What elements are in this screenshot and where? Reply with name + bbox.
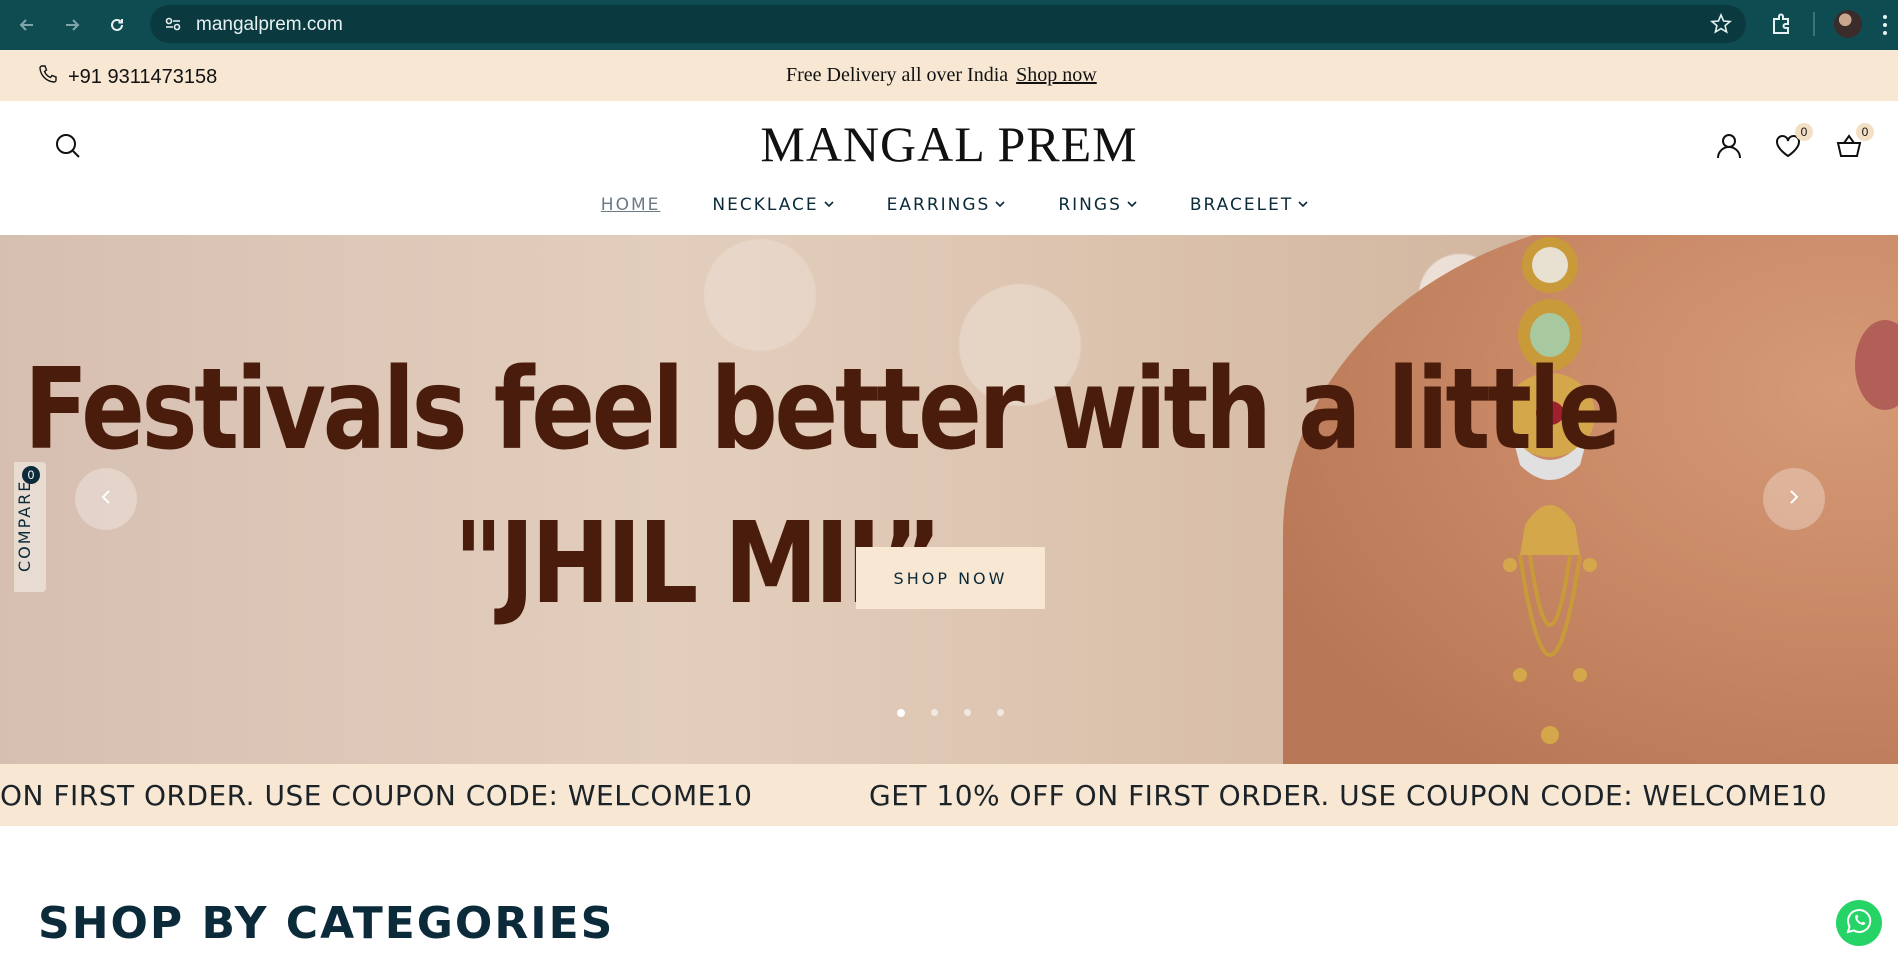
delivery-text: Free Delivery all over India xyxy=(786,64,1009,86)
marquee-text: GET 10% OFF ON FIRST ORDER. USE COUPON C… xyxy=(869,779,1828,812)
main-navigation: HOME NECKLACE EARRINGS RINGS BRACELET xyxy=(0,195,1898,215)
arrow-left-icon[interactable] xyxy=(12,10,42,40)
address-bar[interactable]: mangalprem.com xyxy=(150,5,1746,43)
profile-avatar[interactable] xyxy=(1834,10,1862,38)
site-info-icon[interactable] xyxy=(162,13,184,35)
whatsapp-icon xyxy=(1845,907,1873,940)
nav-label[interactable]: RINGS xyxy=(1058,195,1122,215)
url-text[interactable]: mangalprem.com xyxy=(196,14,343,36)
delivery-message: Free Delivery all over India Shop now xyxy=(786,64,1097,87)
site-logo[interactable]: MANGAL PREM xyxy=(0,115,1898,173)
chevron-down-icon xyxy=(1297,195,1309,215)
hero-shop-now-button[interactable]: SHOP NOW xyxy=(856,547,1045,609)
cart-basket-icon[interactable]: 0 xyxy=(1832,123,1874,163)
chevron-down-icon xyxy=(823,195,835,215)
reload-icon[interactable] xyxy=(102,10,132,40)
bookmark-star-icon[interactable] xyxy=(1710,12,1732,35)
compare-label[interactable]: COMPARE xyxy=(15,480,34,572)
more-menu-icon[interactable] xyxy=(1880,12,1890,38)
nav-item-rings[interactable]: RINGS xyxy=(1058,195,1138,215)
shop-now-link[interactable]: Shop now xyxy=(1016,64,1097,86)
whatsapp-chat-button[interactable] xyxy=(1836,900,1882,946)
nav-label[interactable]: HOME xyxy=(601,195,661,215)
extensions-icon[interactable] xyxy=(1766,10,1796,40)
chevron-down-icon xyxy=(1126,195,1138,215)
phone-icon xyxy=(38,64,58,90)
cart-count-badge: 0 xyxy=(1856,123,1874,141)
toolbar-divider xyxy=(1813,12,1815,36)
arrow-right-icon[interactable] xyxy=(57,10,87,40)
chevron-left-icon xyxy=(97,488,115,511)
chevron-right-icon xyxy=(1785,488,1803,511)
slider-dot-3[interactable] xyxy=(964,709,971,716)
nav-item-bracelet[interactable]: BRACELET xyxy=(1190,195,1309,215)
earring-image xyxy=(1503,237,1597,744)
nav-item-home[interactable]: HOME xyxy=(601,195,661,215)
site-header: MANGAL PREM 0 0 HOME NECKLACE EARRINGS R… xyxy=(0,101,1898,235)
section-title: SHOP BY CATEGORIES xyxy=(38,898,615,949)
slider-next-button[interactable] xyxy=(1763,468,1825,530)
coupon-marquee: ON FIRST ORDER. USE COUPON CODE: WELCOME… xyxy=(0,764,1898,826)
nav-label[interactable]: NECKLACE xyxy=(712,195,818,215)
phone-number[interactable]: +91 9311473158 xyxy=(68,66,217,89)
announcement-bar: +91 9311473158 Free Delivery all over In… xyxy=(0,50,1898,101)
slider-dot-2[interactable] xyxy=(931,709,938,716)
phone-contact[interactable]: +91 9311473158 xyxy=(38,64,217,90)
chevron-down-icon xyxy=(994,195,1006,215)
compare-tab[interactable]: 0 COMPARE xyxy=(14,462,46,592)
browser-toolbar: mangalprem.com xyxy=(0,0,1898,50)
slider-dot-4[interactable] xyxy=(997,709,1004,716)
wishlist-heart-icon[interactable]: 0 xyxy=(1771,123,1813,163)
marquee-text-partial: ON FIRST ORDER. USE COUPON CODE: WELCOME… xyxy=(0,779,753,812)
nav-item-necklace[interactable]: NECKLACE xyxy=(712,195,834,215)
nav-label[interactable]: BRACELET xyxy=(1190,195,1293,215)
slider-dot-1[interactable] xyxy=(897,709,905,717)
slider-prev-button[interactable] xyxy=(75,468,137,530)
hero-headline-line1: Festivals feel better with a little xyxy=(24,345,1621,475)
nav-item-earrings[interactable]: EARRINGS xyxy=(887,195,1007,215)
account-icon[interactable] xyxy=(1712,129,1746,163)
hero-banner: Festivals feel better with a little "JHI… xyxy=(0,235,1898,764)
slider-pagination xyxy=(897,709,1004,717)
wishlist-count-badge: 0 xyxy=(1795,123,1813,141)
nav-label[interactable]: EARRINGS xyxy=(887,195,991,215)
